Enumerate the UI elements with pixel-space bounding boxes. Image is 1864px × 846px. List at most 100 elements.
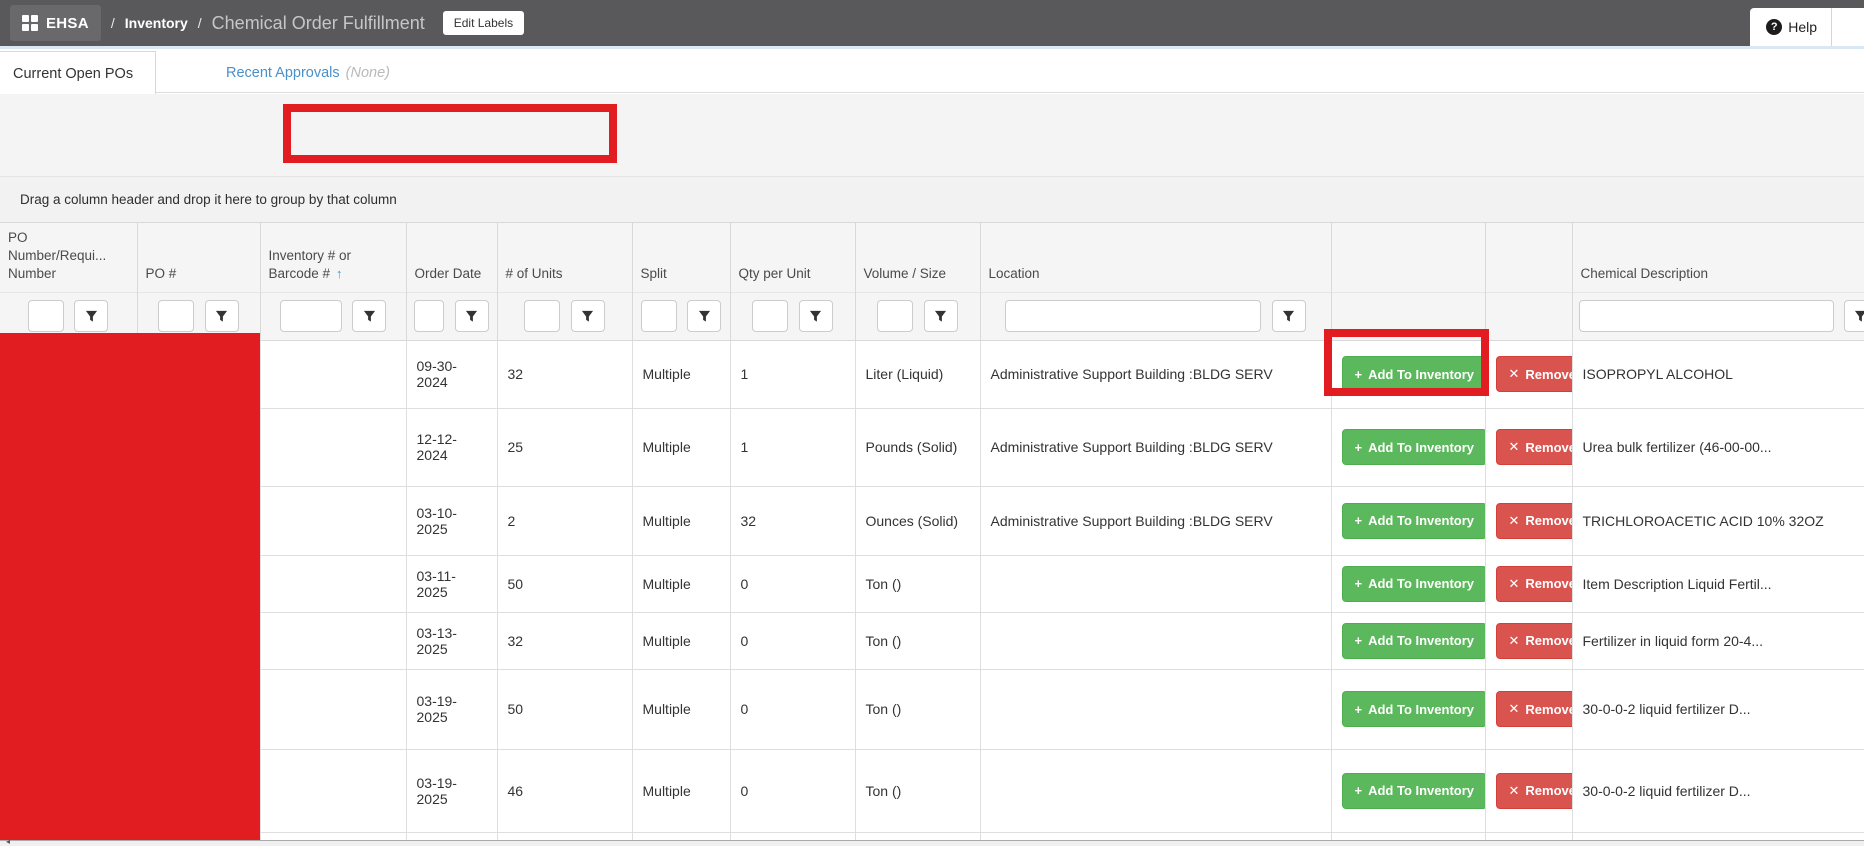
remove-button[interactable]: ✕ Remove: [1496, 356, 1573, 392]
location-filter-input[interactable]: [1005, 300, 1261, 332]
cell-remove-action: ✕ Remove: [1485, 669, 1572, 749]
split-filter-input[interactable]: [641, 300, 677, 332]
table-row: 03-19-2025 50 Multiple 0 Ton () + Add To…: [0, 669, 1864, 749]
cell-add-action: + Add To Inventory: [1331, 669, 1485, 749]
filter-funnel-icon[interactable]: [455, 300, 489, 332]
add-to-inventory-button[interactable]: + Add To Inventory: [1342, 356, 1486, 392]
cell-order-date: 03-10-2025: [406, 486, 497, 555]
cell-qty-per-unit: 0: [730, 612, 855, 669]
filter-cell-units: [497, 292, 632, 340]
app-logo[interactable]: EHSA: [10, 5, 101, 41]
cell-order-date: 12-12-2024: [406, 408, 497, 486]
remove-button[interactable]: ✕ Remove: [1496, 691, 1573, 727]
filter-funnel-icon[interactable]: [352, 300, 386, 332]
add-to-inventory-button[interactable]: + Add To Inventory: [1342, 503, 1486, 539]
column-header-po-number[interactable]: PO Number/Requi... Number: [0, 223, 137, 292]
cell-volume-size: Ton (): [855, 612, 980, 669]
tab-recent-label: Recent Approvals: [226, 65, 340, 81]
filter-cell-description: [1572, 292, 1864, 340]
filter-cell-inventory: [260, 292, 406, 340]
filter-funnel-icon[interactable]: [1844, 300, 1864, 332]
cell-location: [980, 669, 1331, 749]
cell-qty-per-unit: 0: [730, 749, 855, 832]
horizontal-scrollbar[interactable]: ◂: [0, 840, 1864, 846]
table-row: 03-10-2025 2 Multiple 32 Ounces (Solid) …: [0, 486, 1864, 555]
inventory-filter-input[interactable]: [280, 300, 342, 332]
filter-funnel-icon[interactable]: [687, 300, 721, 332]
add-to-inventory-button[interactable]: + Add To Inventory: [1342, 566, 1486, 602]
cell-remove-action: ✕ Remove: [1485, 612, 1572, 669]
add-to-inventory-button[interactable]: + Add To Inventory: [1342, 623, 1486, 659]
remove-button[interactable]: ✕ Remove: [1496, 623, 1573, 659]
breadcrumb-separator: /: [111, 15, 115, 31]
toolbar: + Add ✎ Edit ⊗ Remove From Order PI: San…: [0, 94, 1864, 176]
po-filter-input[interactable]: [158, 300, 194, 332]
cell-location: [980, 612, 1331, 669]
group-by-drop-zone[interactable]: Drag a column header and drop it here to…: [0, 176, 1864, 222]
column-header-location[interactable]: Location: [980, 223, 1331, 292]
cell-chemical-description: Item Description Liquid Fertil...: [1572, 555, 1864, 612]
cell-qty-per-unit: 1: [730, 340, 855, 408]
column-header-units[interactable]: # of Units: [497, 223, 632, 292]
column-header-split[interactable]: Split: [632, 223, 730, 292]
tab-recent-approvals[interactable]: Recent Approvals (None): [212, 51, 404, 95]
x-icon: ✕: [1509, 366, 1520, 382]
column-header-chemical-description[interactable]: Chemical Description: [1572, 223, 1864, 292]
filter-cell-order-date: [406, 292, 497, 340]
filter-funnel-icon[interactable]: [924, 300, 958, 332]
column-header-inventory-barcode[interactable]: Inventory # or Barcode #↑: [260, 223, 406, 292]
po-number-filter-input[interactable]: [28, 300, 64, 332]
help-area: ? Help: [1750, 8, 1864, 46]
column-header-order-date[interactable]: Order Date: [406, 223, 497, 292]
cell-remove-action: ✕ Remove: [1485, 486, 1572, 555]
remove-button[interactable]: ✕ Remove: [1496, 429, 1573, 465]
cell-add-action: + Add To Inventory: [1331, 749, 1485, 832]
cell-location: [980, 555, 1331, 612]
cell-inventory-barcode: [260, 669, 406, 749]
cell-volume-size: Liter (Liquid): [855, 340, 980, 408]
help-button[interactable]: Help: [1788, 19, 1817, 35]
plus-icon: +: [1355, 513, 1363, 528]
volume-filter-input[interactable]: [877, 300, 913, 332]
cell-split: Multiple: [632, 749, 730, 832]
plus-icon: +: [1355, 440, 1363, 455]
remove-button[interactable]: ✕ Remove: [1496, 773, 1573, 809]
tab-bar: Current Open POs Recent Approvals (None): [0, 46, 1864, 93]
add-to-inventory-button[interactable]: + Add To Inventory: [1342, 429, 1486, 465]
filter-funnel-icon[interactable]: [1272, 300, 1306, 332]
units-filter-input[interactable]: [524, 300, 560, 332]
column-header-qty-per-unit[interactable]: Qty per Unit: [730, 223, 855, 292]
filter-funnel-icon[interactable]: [205, 300, 239, 332]
filter-row: [0, 292, 1864, 340]
page-title: Chemical Order Fulfillment: [212, 13, 425, 34]
plus-icon: +: [1355, 633, 1363, 648]
description-filter-input[interactable]: [1579, 300, 1834, 332]
add-to-inventory-button[interactable]: + Add To Inventory: [1342, 691, 1486, 727]
filter-funnel-icon[interactable]: [74, 300, 108, 332]
cell-inventory-barcode: [260, 749, 406, 832]
remove-button[interactable]: ✕ Remove: [1496, 566, 1573, 602]
cell-qty-per-unit: 32: [730, 486, 855, 555]
tab-current-open-pos[interactable]: Current Open POs: [0, 51, 156, 96]
filter-cell-add-actions: [1331, 292, 1485, 340]
filter-funnel-icon[interactable]: [571, 300, 605, 332]
column-header-volume-size[interactable]: Volume / Size: [855, 223, 980, 292]
cell-volume-size: Ounces (Solid): [855, 486, 980, 555]
remove-button[interactable]: ✕ Remove: [1496, 503, 1573, 539]
cell-split: Multiple: [632, 555, 730, 612]
scroll-left-icon[interactable]: ◂: [6, 837, 10, 846]
add-to-inventory-button[interactable]: + Add To Inventory: [1342, 773, 1486, 809]
filter-funnel-icon[interactable]: [799, 300, 833, 332]
cell-add-action: + Add To Inventory: [1331, 408, 1485, 486]
x-icon: ✕: [1509, 439, 1520, 455]
breadcrumb-inventory-link[interactable]: Inventory: [125, 15, 188, 31]
edit-labels-button[interactable]: Edit Labels: [443, 11, 524, 35]
order-date-filter-input[interactable]: [414, 300, 444, 332]
cell-chemical-description: Urea bulk fertilizer (46-00-00...: [1572, 408, 1864, 486]
help-menu-stub[interactable]: [1832, 8, 1854, 46]
cell-volume-size: Ton (): [855, 669, 980, 749]
qty-filter-input[interactable]: [752, 300, 788, 332]
column-header-po[interactable]: PO #: [137, 223, 260, 292]
orders-grid: PO Number/Requi... Number PO # Inventory…: [0, 222, 1864, 840]
apps-grid-icon: [22, 15, 38, 31]
